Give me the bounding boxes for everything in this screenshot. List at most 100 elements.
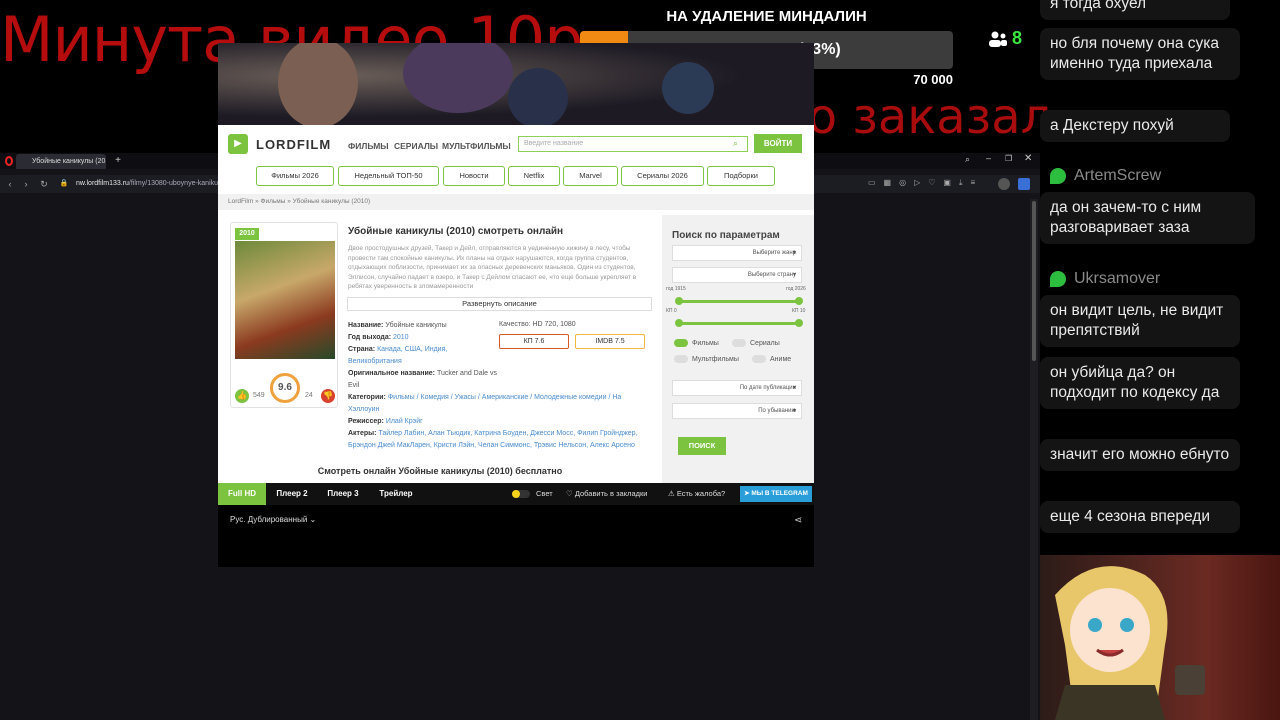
quality-info: Качество: HD 720, 1080 xyxy=(499,321,576,328)
dislike-icon[interactable]: 👎 xyxy=(321,389,335,403)
viewer-count: 8 xyxy=(988,28,1022,49)
actors-row: Актеры: Тайлер Лабин, Алан Тьюдик, Катри… xyxy=(348,430,638,449)
chat-username: ArtemScrew xyxy=(1050,167,1161,185)
toggle-series[interactable]: Сериалы xyxy=(732,339,780,347)
toggle-anime[interactable]: Аниме xyxy=(752,355,791,363)
scrollbar[interactable] xyxy=(1030,199,1038,720)
extension-icon[interactable] xyxy=(1018,178,1030,190)
watch-heading: Смотреть онлайн Убойные каникулы (2010) … xyxy=(317,466,563,476)
light-toggle[interactable] xyxy=(512,490,530,498)
cat-netflix[interactable]: Netflix xyxy=(508,166,560,186)
genre-select[interactable]: Выберите жанр ▾ xyxy=(672,245,802,261)
chat-username: Ukrsamover xyxy=(1050,270,1160,288)
nav-cartoons[interactable]: МУЛЬТФИЛЬМЫ xyxy=(442,141,511,151)
cat-collections[interactable]: Подборки xyxy=(707,166,775,186)
actors-links[interactable]: Тайлер Лабин, Алан Тьюдик, Катрина Боуде… xyxy=(348,430,638,449)
toggle-films[interactable]: Фильмы xyxy=(674,339,719,347)
kp-from-label: КП 0 xyxy=(666,308,677,314)
profile-icon[interactable] xyxy=(998,178,1010,190)
minimize-icon[interactable]: – xyxy=(986,153,991,163)
new-tab-icon[interactable]: + xyxy=(112,155,124,167)
donation-goal-title: НА УДАЛЕНИЕ МИНДАЛИН xyxy=(666,8,867,25)
sort-select[interactable]: По дате публикации ▾ xyxy=(672,380,802,396)
search-icon[interactable]: ⌕ xyxy=(733,138,738,149)
cat-films-2026[interactable]: Фильмы 2026 xyxy=(256,166,334,186)
nav-series[interactable]: СЕРИАЛЫ xyxy=(394,141,438,151)
users-icon xyxy=(989,31,1007,47)
filter-search-button[interactable]: ПОИСК xyxy=(678,437,726,455)
chat-user-icon xyxy=(1050,168,1066,184)
forward-icon[interactable]: › xyxy=(20,178,32,190)
year-badge: 2010 xyxy=(235,228,259,240)
reload-icon[interactable]: ↻ xyxy=(38,178,50,190)
cat-top50[interactable]: Недельный ТОП-50 xyxy=(338,166,439,186)
kp-slider[interactable] xyxy=(675,319,803,327)
chat-panel: я тогда охуел но бля почему она сука име… xyxy=(1040,0,1280,555)
share-icon[interactable]: ⋖ xyxy=(794,515,802,526)
filter-title: Поиск по параметрам xyxy=(672,230,780,241)
director-row: Режиссер: Илай Крэйг xyxy=(348,418,423,425)
dub-select[interactable]: Рус. Дублированный ⌄ xyxy=(230,515,316,524)
movie-description: Двое простодушных друзей, Такер и Дейл, … xyxy=(348,245,637,290)
year-to-label: год 2026 xyxy=(786,286,806,292)
movie-poster-card: 2010 👍 549 9.6 24 👎 xyxy=(230,222,338,408)
browser-tab[interactable]: Убойные каникулы (201 xyxy=(16,154,106,169)
toggle-cartoons[interactable]: Мультфильмы xyxy=(674,355,739,363)
chat-message: но бля почему она сука именно туда приех… xyxy=(1040,28,1240,80)
kp-rating[interactable]: КП 7.6 xyxy=(499,334,569,349)
imdb-rating[interactable]: IMDB 7.5 xyxy=(575,334,645,349)
lock-icon: 🔒 xyxy=(59,180,69,187)
chat-message: а Декстеру похуй xyxy=(1040,110,1230,142)
cat-marvel[interactable]: Marvel xyxy=(563,166,618,186)
nav-films[interactable]: ФИЛЬМЫ xyxy=(348,141,389,151)
like-icon[interactable]: 👍 xyxy=(235,389,249,403)
dislike-count: 24 xyxy=(305,392,313,399)
expand-description-button[interactable]: Развернуть описание xyxy=(347,297,652,311)
cat-news[interactable]: Новости xyxy=(443,166,505,186)
year-link[interactable]: 2010 xyxy=(393,334,409,341)
chat-message: он видит цель, не видит препятствий xyxy=(1040,295,1240,347)
original-title: Оригинальное название: Tucker and Dale v… xyxy=(348,370,498,389)
search-input[interactable]: Введите название xyxy=(518,136,748,152)
tab-full-hd[interactable]: Full HD xyxy=(218,483,266,505)
streamer-avatar xyxy=(1035,555,1280,720)
player-tabs: Full HD Плеер 2 Плеер 3 Трейлер Свет ♡ Д… xyxy=(218,483,814,505)
light-label: Свет xyxy=(536,489,553,498)
movie-info: Название: Убойные каникулы Год выхода: 2… xyxy=(348,322,448,365)
site-content: ▶ LORDFILM ФИЛЬМЫ СЕРИАЛЫ МУЛЬТФИЛЬМЫ Вв… xyxy=(218,125,814,483)
toolbar-icons[interactable]: ▭▦◎▷♡▣⤓≡ xyxy=(868,178,983,188)
login-button[interactable]: ВОЙТИ xyxy=(754,134,802,153)
close-icon[interactable]: ✕ xyxy=(1024,153,1032,164)
video-player: Full HD Плеер 2 Плеер 3 Трейлер Свет ♡ Д… xyxy=(218,483,814,567)
year-slider[interactable] xyxy=(675,297,803,305)
movie-poster[interactable] xyxy=(235,241,335,359)
site-logo[interactable]: ▶ LORDFILM xyxy=(228,134,331,154)
like-count: 549 xyxy=(253,392,265,399)
year-from-label: год 1915 xyxy=(666,286,686,292)
filter-panel: Поиск по параметрам Выберите жанр ▾ Выбер… xyxy=(662,215,814,483)
play-icon: ▶ xyxy=(228,134,248,154)
tab-trailer[interactable]: Трейлер xyxy=(370,483,422,505)
order-select[interactable]: По убыванию ▾ xyxy=(672,403,802,419)
telegram-button[interactable]: ➤ МЫ В TELEGRAM xyxy=(740,486,812,502)
director-link[interactable]: Илай Крэйг xyxy=(386,418,423,425)
movie-title: Убойные каникулы (2010) смотреть онлайн xyxy=(348,226,564,237)
chat-message: он убийца да? он подходит по кодексу да xyxy=(1040,357,1240,409)
cat-series-2026[interactable]: Сериалы 2026 xyxy=(621,166,704,186)
genre-links[interactable]: Фильмы / Комедия / Ужасы / Американские … xyxy=(348,394,621,413)
country-select[interactable]: Выберите страну ▾ xyxy=(672,267,802,283)
tab-player-2[interactable]: Плеер 2 xyxy=(268,483,316,505)
breadcrumb: LordFilm » Фильмы » Убойные каникулы (20… xyxy=(218,194,814,210)
back-icon[interactable]: ‹ xyxy=(4,178,16,190)
chat-message: значит его можно ебнуто xyxy=(1040,439,1240,471)
viewer-number: 8 xyxy=(1012,28,1023,48)
tab-player-3[interactable]: Плеер 3 xyxy=(318,483,368,505)
search-tabs-icon[interactable]: ⌕ xyxy=(965,154,970,165)
complaint-button[interactable]: ⚠ Есть жалоба? xyxy=(668,483,725,505)
bookmark-button[interactable]: ♡ Добавить в закладки xyxy=(566,483,647,505)
chat-message: да он зачем-то с ним разговаривает заза xyxy=(1040,192,1255,244)
donation-max: 70 000 xyxy=(913,72,953,87)
site-banner xyxy=(218,43,814,125)
chat-message: я тогда охуел xyxy=(1040,0,1230,20)
maximize-icon[interactable]: ❐ xyxy=(1005,154,1012,163)
